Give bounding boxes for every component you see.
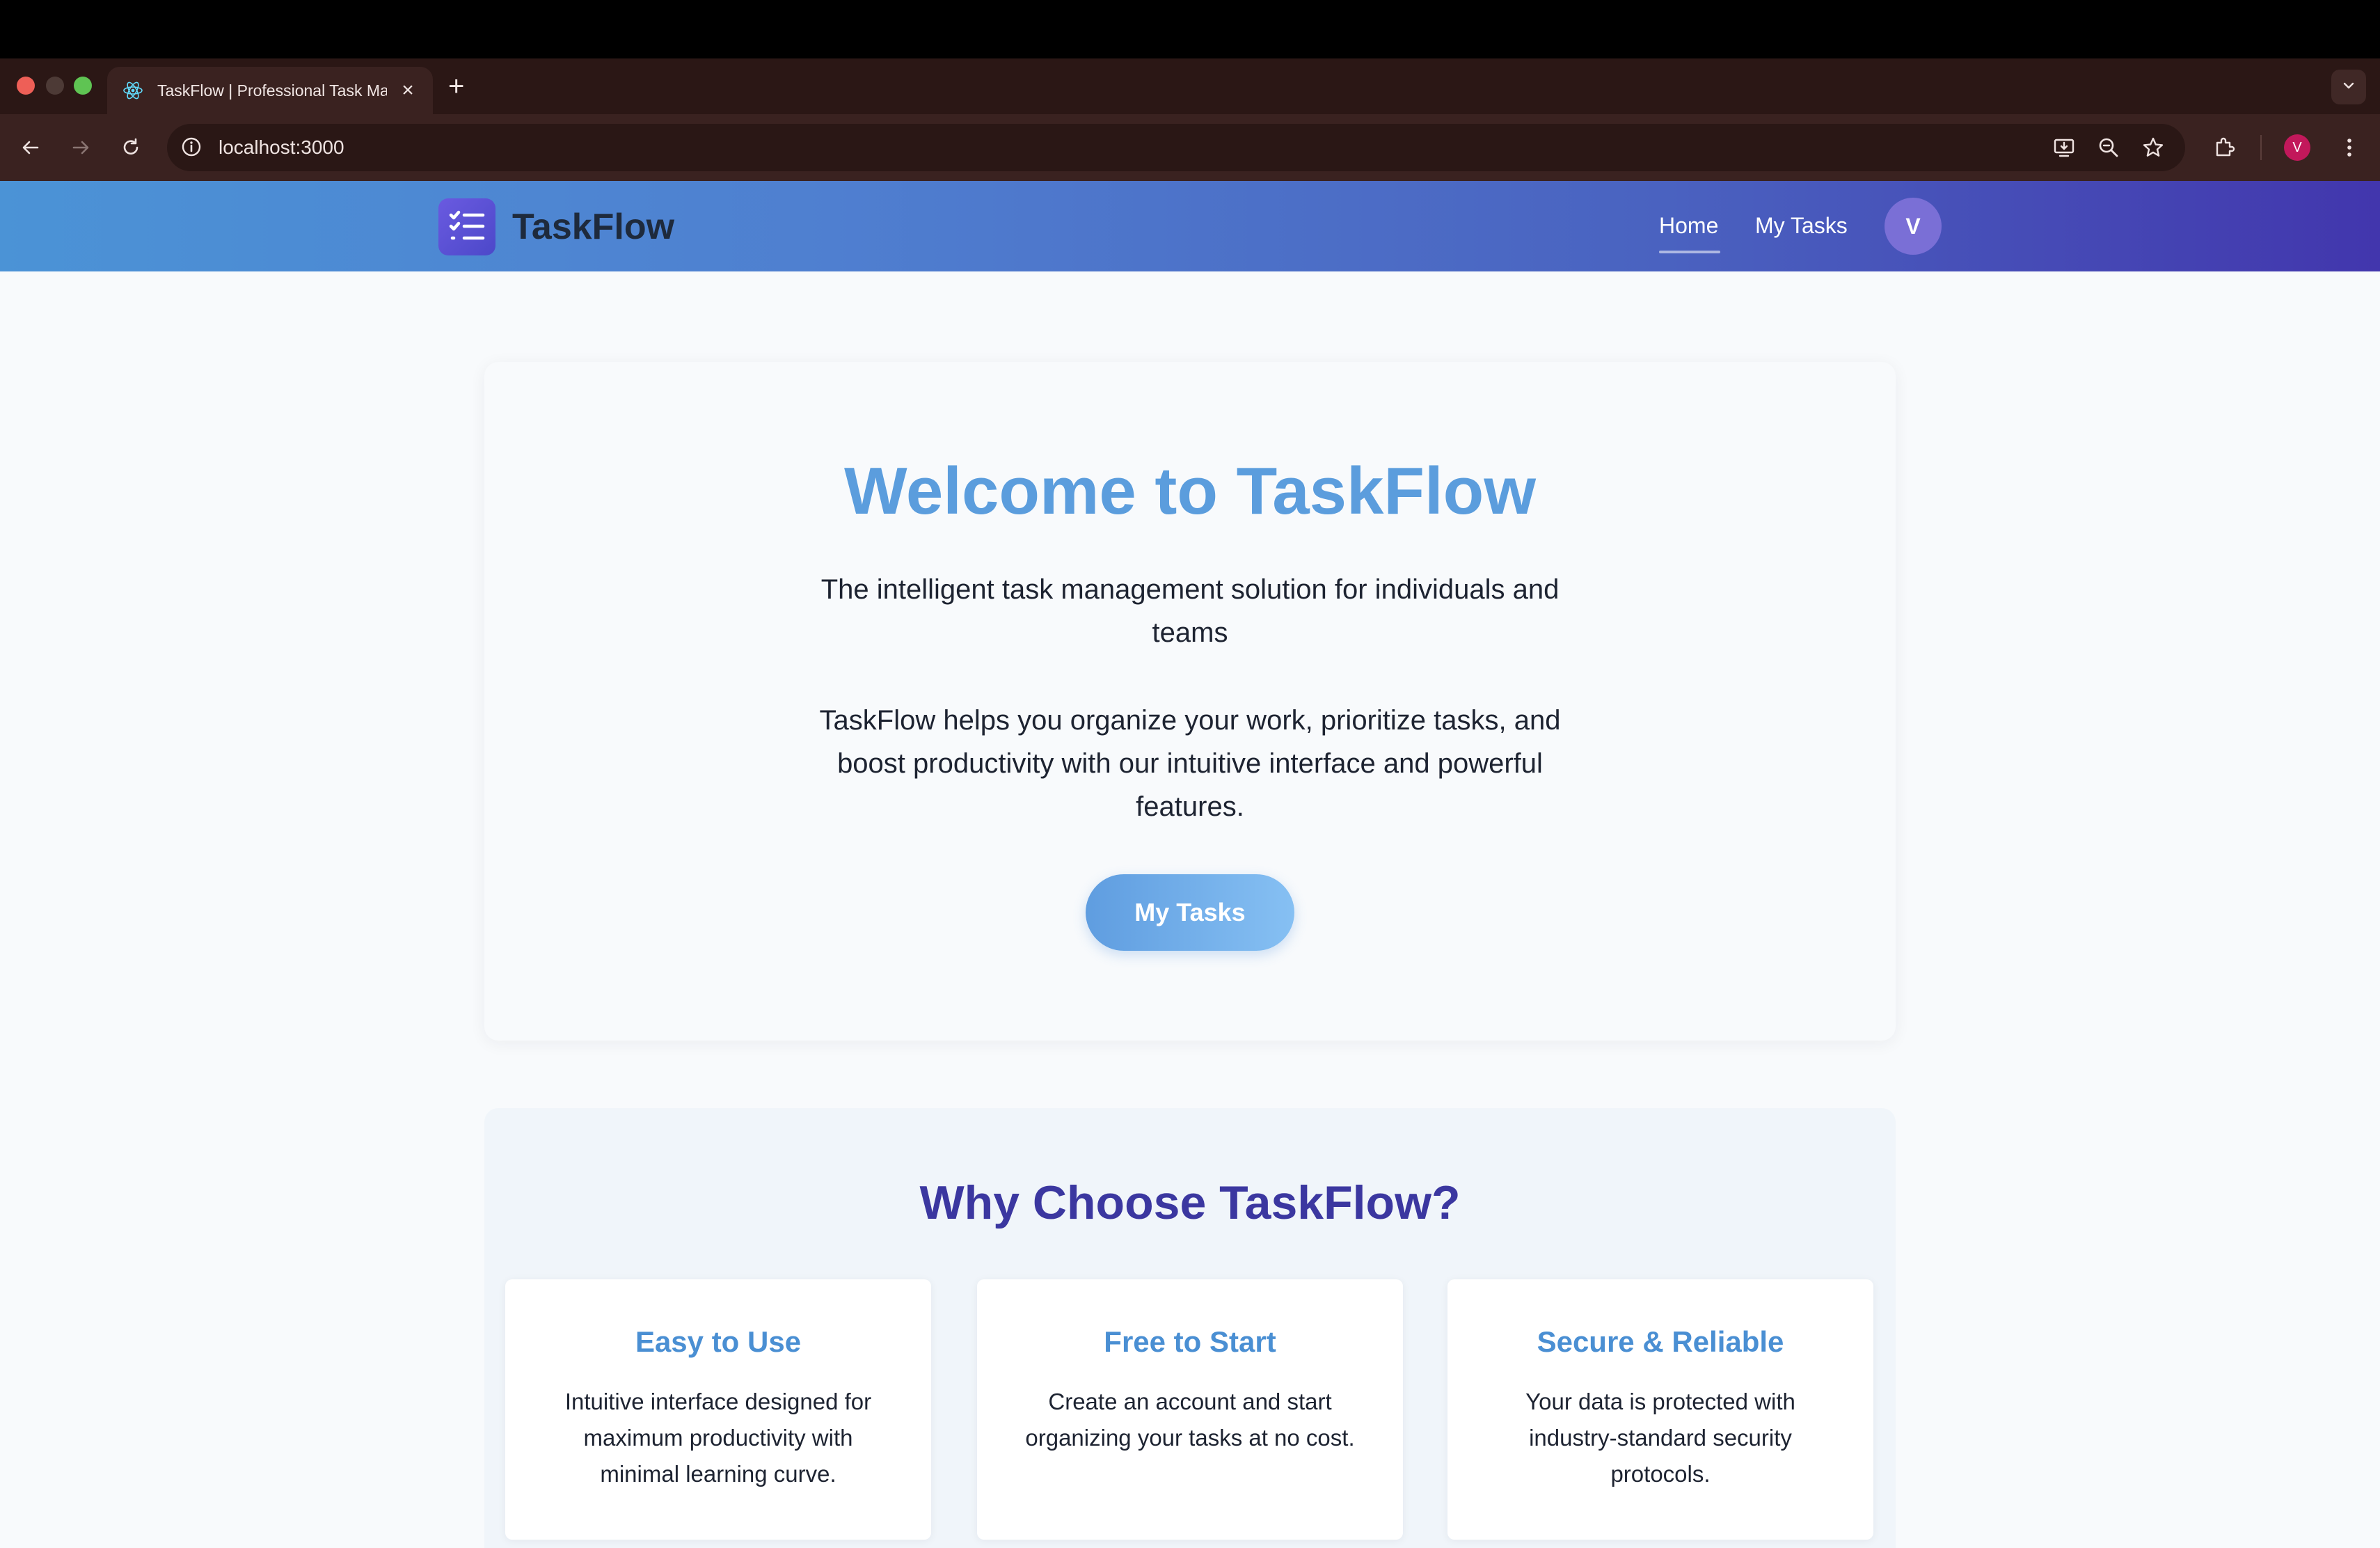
- minimize-window-button[interactable]: [46, 77, 64, 95]
- hero-description: TaskFlow helps you organize your work, p…: [819, 705, 1561, 822]
- star-icon[interactable]: [2139, 134, 2167, 161]
- active-nav-indicator: [1659, 251, 1720, 253]
- close-window-button[interactable]: [17, 77, 35, 95]
- nav-my-tasks-link[interactable]: My Tasks: [1755, 210, 1848, 241]
- kebab-menu-icon[interactable]: [2335, 134, 2363, 161]
- checklist-logo-icon[interactable]: [438, 198, 495, 255]
- hero-subtitle: The intelligent task management solution…: [820, 574, 1560, 648]
- tab-search-button[interactable]: [2331, 70, 2366, 104]
- feature-card-text: Intuitive interface designed for maximum…: [564, 1389, 872, 1487]
- forward-arrow-icon[interactable]: [67, 134, 95, 161]
- site-info-icon[interactable]: [180, 135, 203, 159]
- my-tasks-button[interactable]: My Tasks: [1086, 874, 1294, 951]
- back-arrow-icon[interactable]: [17, 134, 45, 161]
- url-text[interactable]: localhost:3000: [219, 135, 344, 160]
- react-favicon-icon: [122, 80, 143, 101]
- user-avatar[interactable]: V: [1885, 198, 1942, 255]
- screen-top-bar: [0, 0, 2380, 58]
- feature-card-text: Your data is protected with industry-sta…: [1525, 1389, 1795, 1487]
- zoom-icon[interactable]: [2095, 134, 2123, 161]
- close-icon[interactable]: ×: [398, 79, 418, 102]
- feature-card-text: Create an account and start organizing y…: [1025, 1389, 1355, 1451]
- chevron-down-icon: [2341, 78, 2356, 97]
- features-title: Why Choose TaskFlow?: [919, 1176, 1461, 1229]
- app-header: [0, 181, 2380, 271]
- reload-icon[interactable]: [117, 134, 145, 161]
- address-bar[interactable]: [167, 124, 2185, 171]
- browser-tab[interactable]: TaskFlow | Professional Task Manager ×: [107, 67, 433, 114]
- extensions-icon[interactable]: [2210, 134, 2238, 161]
- tab-title: TaskFlow | Professional Task Manager: [157, 81, 387, 100]
- feature-card-title: Free to Start: [1104, 1325, 1276, 1358]
- plus-icon[interactable]: +: [448, 70, 464, 103]
- feature-card-title: Easy to Use: [635, 1325, 802, 1358]
- toolbar-divider: [2260, 135, 2262, 160]
- nav-home-link[interactable]: Home: [1659, 210, 1718, 241]
- brand-name[interactable]: TaskFlow: [512, 205, 674, 249]
- install-app-icon[interactable]: [2050, 134, 2078, 161]
- maximize-window-button[interactable]: [74, 77, 92, 95]
- hero-title: Welcome to TaskFlow: [844, 454, 1536, 528]
- browser-profile-avatar[interactable]: V: [2284, 134, 2310, 161]
- feature-card-title: Secure & Reliable: [1537, 1325, 1784, 1358]
